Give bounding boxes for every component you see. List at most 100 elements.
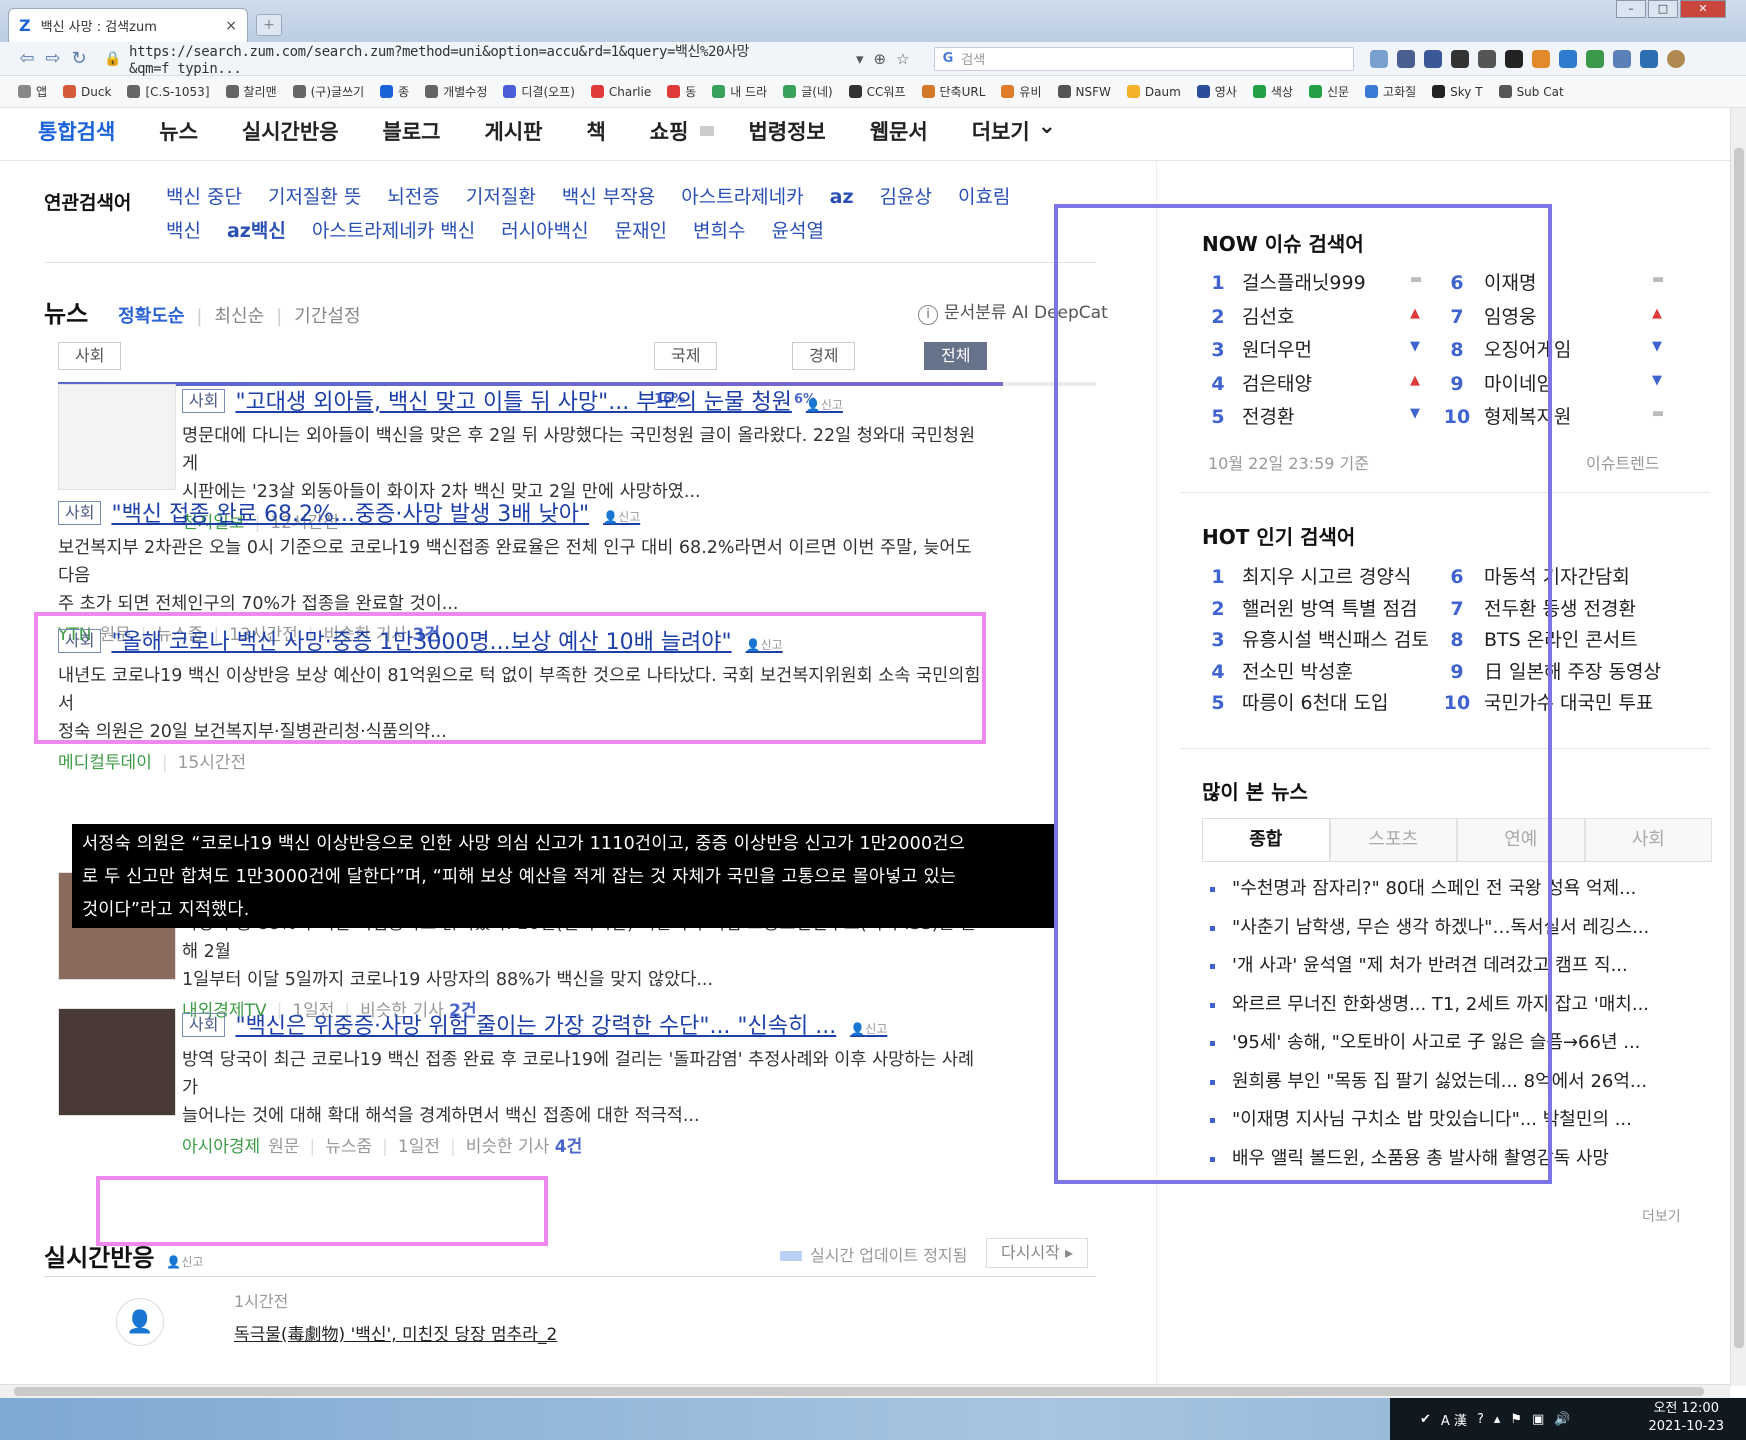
bookmark-item[interactable]: 신문	[1308, 83, 1349, 100]
browser-search-input[interactable]: G 검색	[933, 46, 1354, 71]
extension-icon[interactable]	[1585, 49, 1604, 68]
bookmark-item[interactable]: Daum	[1126, 85, 1181, 99]
issue-trend-link[interactable]: 이슈트렌드	[1586, 450, 1660, 474]
realtime-item-link[interactable]: 독극물(毒劇物) '백신', 미친짓 당장 멈추라_2	[234, 1320, 557, 1345]
related-keyword[interactable]: az백신	[227, 220, 286, 242]
close-window-button[interactable]: ✕	[1680, 0, 1726, 18]
related-keyword[interactable]: 윤석열	[772, 220, 824, 242]
article-source[interactable]: 아시아경제	[182, 1137, 260, 1157]
bookmark-item[interactable]: 고화질	[1365, 83, 1416, 100]
bookmark-item[interactable]: 단축URL	[921, 83, 985, 100]
sort-latest-link[interactable]: 최신순	[215, 302, 265, 328]
extension-icon[interactable]	[1477, 49, 1496, 68]
bookmark-item[interactable]: 색상	[1252, 83, 1293, 100]
help-icon[interactable]: ?	[1477, 1412, 1484, 1427]
bookmark-item[interactable]: Sky T	[1432, 85, 1483, 99]
puzzle-icon[interactable]	[1612, 49, 1631, 68]
clock[interactable]: 오전 12:00 2021-10-23	[1648, 1400, 1724, 1436]
tab-nav-item[interactable]: 더보기	[972, 116, 1030, 146]
realtime-item[interactable]: 👤 1시간전 독극물(毒劇物) '백신', 미친짓 당장 멈추라_2	[116, 1288, 604, 1354]
vertical-scrollbar[interactable]	[1730, 108, 1746, 1386]
related-keyword[interactable]: 이효림	[958, 186, 1010, 208]
bookmark-item[interactable]: 찰리맨	[225, 83, 277, 100]
bookmark-item[interactable]: Charlie	[590, 85, 651, 99]
extension-icon[interactable]	[1450, 49, 1469, 68]
tab-nav-item[interactable]: 게시판	[485, 116, 543, 146]
ime-indicator[interactable]: A 漢	[1441, 1410, 1467, 1429]
shield-icon[interactable]: ✔	[1420, 1412, 1431, 1427]
related-keyword[interactable]: 러시아백신	[501, 220, 588, 242]
newszum-link[interactable]: 뉴스줌	[325, 1137, 372, 1157]
category-all-tab[interactable]: 전체	[924, 342, 988, 370]
period-setting-link[interactable]: 기간설정	[294, 302, 360, 328]
article-title[interactable]: 사회 "백신은 위중증·사망 위험 줄이는 가장 강력한 수단"... "신속히 …	[182, 1008, 982, 1040]
bookmark-item[interactable]: 내 드라	[712, 83, 767, 100]
bookmark-item[interactable]: 유비	[1001, 83, 1042, 100]
related-keyword[interactable]: 문재인	[615, 220, 667, 242]
home-icon[interactable]	[1369, 49, 1388, 68]
tab-integrated-search[interactable]: 통합검색	[38, 116, 115, 146]
dropdown-icon[interactable]: ▾	[856, 50, 864, 68]
address-bar[interactable]: 🔒 https://search.zum.com/search.zum?meth…	[104, 44, 844, 77]
horizontal-scrollbar[interactable]	[0, 1384, 1730, 1398]
report-link[interactable]: 👤신고	[603, 510, 640, 524]
related-keyword[interactable]: 김윤상	[880, 186, 932, 208]
related-keyword[interactable]: 백신 부작용	[562, 186, 655, 208]
category-tab[interactable]: 국제	[654, 342, 718, 370]
tab-nav-item[interactable]: 쇼핑	[650, 116, 689, 146]
category-tab[interactable]: 경제	[792, 342, 856, 370]
bookmark-item[interactable]: 영사	[1196, 83, 1237, 100]
tab-close-icon[interactable]: ×	[225, 18, 237, 34]
minimize-button[interactable]: –	[1616, 0, 1646, 18]
tray-expand-icon[interactable]: ▴	[1494, 1412, 1501, 1427]
sort-accuracy-link[interactable]: 정확도순	[118, 302, 184, 328]
extension-icon[interactable]	[1396, 49, 1415, 68]
extension-icon[interactable]	[1558, 49, 1577, 68]
article-title-link[interactable]: "백신 접종 완료 68.2%...중증·사망 발생 3배 낮아"	[111, 502, 589, 527]
tab-nav-item[interactable]: 법령정보	[748, 116, 825, 146]
scrollbar-thumb[interactable]	[14, 1387, 1704, 1396]
article-thumbnail[interactable]	[58, 1008, 176, 1116]
extension-icon[interactable]	[1504, 49, 1523, 68]
bookmark-item[interactable]: Duck	[63, 85, 111, 99]
facebook-icon[interactable]	[1423, 49, 1442, 68]
related-keyword[interactable]: 아스트라제네카	[681, 186, 803, 208]
bookmark-item[interactable]: 디결(오프)	[503, 83, 575, 100]
tab-nav-item[interactable]: 책	[586, 116, 605, 146]
most-viewed-tab[interactable]: 사회	[1584, 818, 1712, 861]
bookmark-item[interactable]: (구)글쓰기	[292, 83, 364, 100]
more-link[interactable]: 더보기	[1642, 1206, 1681, 1226]
back-arrow-icon[interactable]: ⇦	[14, 48, 40, 69]
article-title[interactable]: 사회 "백신 접종 완료 68.2%...중증·사망 발생 3배 낮아" 👤신고	[58, 496, 988, 528]
bookmark-item[interactable]: 개별수정	[425, 83, 487, 100]
article-title-link[interactable]: "고대생 외아들, 백신 맞고 이틀 뒤 사망"... 부모의 눈물 청원	[235, 390, 791, 415]
profile-avatar[interactable]	[1666, 49, 1685, 68]
volume-icon[interactable]: 🔊	[1554, 1412, 1570, 1427]
related-keyword[interactable]: 백신	[166, 220, 201, 242]
article-source[interactable]: 메디컬투데이	[58, 753, 152, 773]
chevron-down-icon[interactable]: ⌄	[1038, 114, 1056, 139]
related-keyword[interactable]: 아스트라제네카 백신	[312, 220, 475, 242]
new-tab-button[interactable]: +	[256, 14, 282, 36]
bookmark-item[interactable]: 동	[667, 83, 696, 100]
reload-icon[interactable]: ↻	[66, 48, 92, 69]
forward-arrow-icon[interactable]: ⇨	[40, 48, 66, 69]
bookmark-item[interactable]: [C.S-1053]	[127, 85, 210, 99]
bookmark-item[interactable]: Sub Cat	[1498, 85, 1564, 99]
tab-nav-item[interactable]: 블로그	[383, 116, 441, 146]
report-link[interactable]: 👤신고	[806, 398, 843, 412]
related-keyword[interactable]: 기저질환 뜻	[268, 186, 361, 208]
related-keyword[interactable]: 백신 중단	[166, 186, 242, 208]
flag-icon[interactable]: ⚑	[1510, 1412, 1522, 1427]
browser-tab[interactable]: Z 백신 사망 : 검색zum ×	[8, 8, 248, 42]
bookmark-item[interactable]: CC워프	[848, 83, 906, 100]
star-icon[interactable]: ☆	[896, 50, 909, 68]
original-link[interactable]: 원문	[268, 1137, 299, 1157]
scrollbar-thumb[interactable]	[1734, 148, 1744, 1348]
report-link[interactable]: 👤신고	[166, 1255, 203, 1269]
related-keyword[interactable]: az	[830, 186, 854, 208]
zoom-icon[interactable]: ⊕	[874, 50, 887, 68]
report-link[interactable]: 👤신고	[850, 1022, 887, 1036]
tab-nav-item[interactable]: 실시간반응	[242, 116, 339, 146]
bookmark-item[interactable]: 글(네)	[783, 83, 833, 100]
